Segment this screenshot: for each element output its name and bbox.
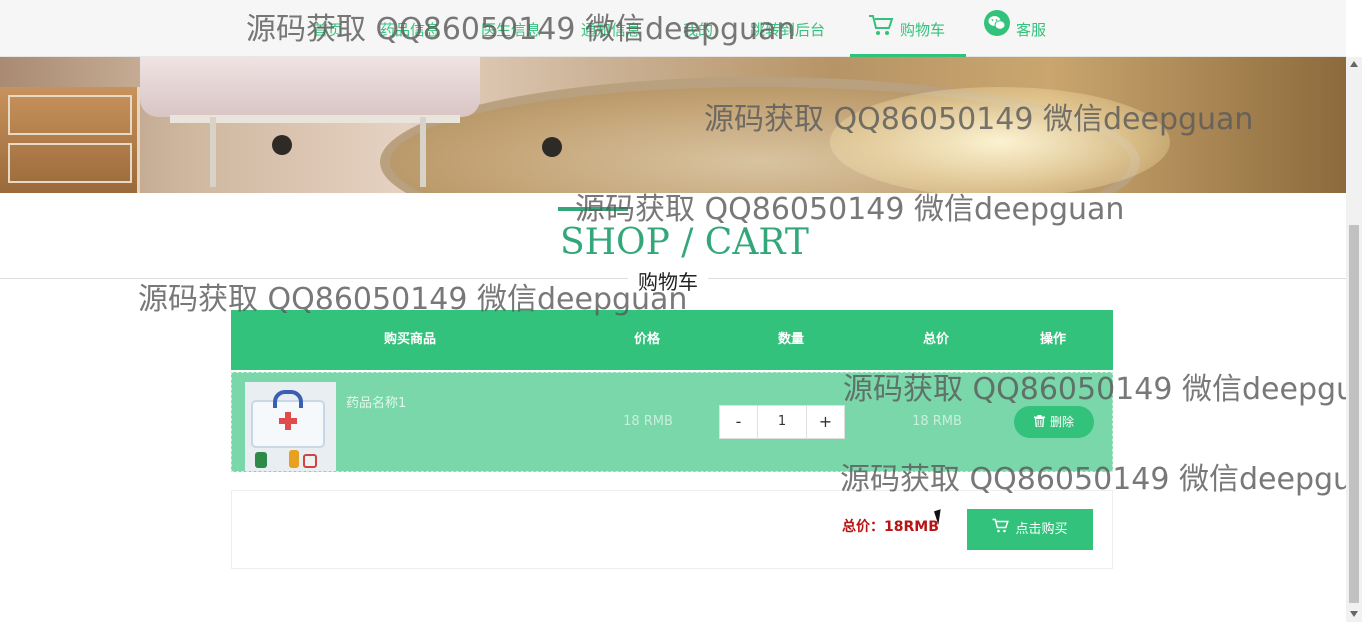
delete-button-label: 删除 [1049, 415, 1074, 429]
nav-customer-service[interactable]: 客服 [984, 0, 1046, 57]
scroll-down-arrow-icon[interactable] [1350, 611, 1358, 617]
quantity-input[interactable]: 1 [758, 405, 806, 439]
product-thumbnail[interactable] [245, 382, 336, 471]
section-title-en: SHOP / CART [560, 222, 809, 263]
nav-admin[interactable]: 跳转到后台 [750, 0, 825, 57]
product-name[interactable]: 药品名称1 [346, 392, 406, 411]
nav-customer-service-label: 客服 [1016, 21, 1047, 39]
nav-doctor-info[interactable]: 医生信息 [481, 0, 541, 57]
section-title-cn: 购物车 [628, 266, 708, 295]
wechat-icon [984, 1, 1010, 61]
nav-cart-label: 购物车 [900, 21, 946, 39]
top-navigation: 首页 药品信息 医生信息 通知信息 我的 跳转到后台 购物车 客服 [0, 0, 1346, 57]
nav-doctor-info-label: 医生信息 [481, 21, 542, 39]
nav-home[interactable]: 首页 [313, 0, 343, 57]
vertical-scrollbar[interactable] [1346, 57, 1362, 622]
column-header-action: 操作 [1039, 332, 1067, 347]
nav-notice-info-label: 通知信息 [581, 21, 642, 39]
column-header-product: 购买商品 [383, 332, 437, 347]
banner-image [0, 57, 1346, 193]
total-price-label: 总价：18RMB [842, 519, 939, 535]
nav-mine-label: 我的 [683, 21, 714, 39]
column-header-quantity: 数量 [777, 332, 805, 347]
nav-mine[interactable]: 我的 [683, 0, 713, 57]
nav-notice-info[interactable]: 通知信息 [581, 0, 641, 57]
cart-table-header: 购买商品 价格 数量 总价 操作 [231, 310, 1113, 370]
increment-button[interactable]: + [806, 405, 845, 439]
table-row: 药品名称1 18 RMB - 1 + 18 RMB 删除 [231, 372, 1113, 472]
nav-medicine-info[interactable]: 药品信息 [380, 0, 440, 57]
nav-cart[interactable]: 购物车 [850, 0, 966, 57]
buy-button-label: 点击购买 [1015, 522, 1068, 537]
cart-table: 购买商品 价格 数量 总价 操作 药品名称1 18 RMB - 1 + 18 R… [231, 310, 1113, 472]
column-header-price: 价格 [633, 332, 661, 347]
decrement-button[interactable]: - [719, 405, 758, 439]
column-header-total: 总价 [922, 332, 950, 347]
title-accent-bar [558, 207, 628, 211]
nav-home-label: 首页 [313, 21, 344, 39]
scrollbar-thumb[interactable] [1349, 225, 1359, 603]
nav-admin-label: 跳转到后台 [750, 21, 826, 39]
cart-icon [992, 509, 1010, 550]
cart-summary: 总价：18RMB 点击购买 [231, 490, 1113, 569]
row-total: 18 RMB [912, 414, 962, 429]
delete-button[interactable]: 删除 [1014, 406, 1094, 438]
quantity-stepper: - 1 + [719, 405, 845, 439]
cart-icon [868, 1, 894, 61]
product-price: 18 RMB [623, 414, 673, 429]
cart-page: 首页 药品信息 医生信息 通知信息 我的 跳转到后台 购物车 客服 SHOP /… [0, 0, 1362, 622]
scroll-up-arrow-icon[interactable] [1350, 61, 1358, 67]
buy-button[interactable]: 点击购买 [967, 509, 1093, 550]
trash-icon [1033, 407, 1045, 439]
nav-medicine-info-label: 药品信息 [380, 21, 441, 39]
